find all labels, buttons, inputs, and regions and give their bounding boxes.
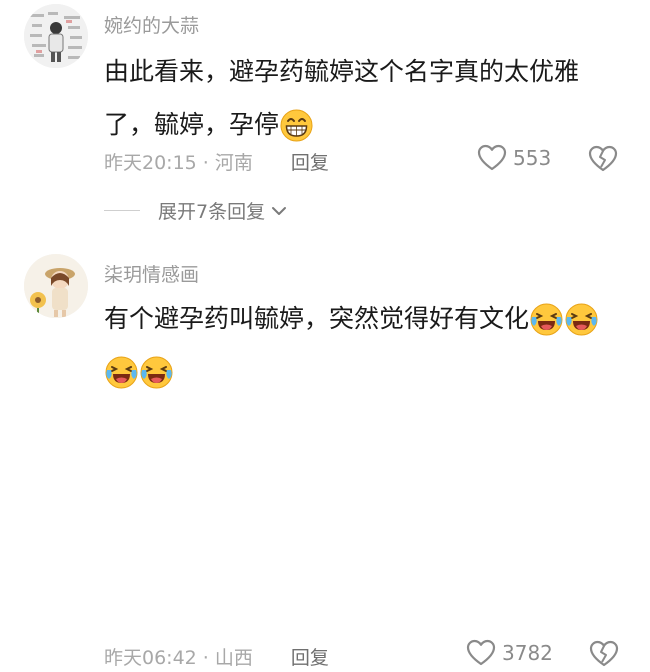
timestamp-location: 昨天20:15 · 河南 <box>104 152 253 174</box>
comment-meta: 昨天20:15 · 河南 回复 <box>104 148 329 175</box>
avatar[interactable] <box>24 4 88 68</box>
expand-replies-button[interactable]: 展开7条回复 <box>104 197 287 224</box>
reply-button[interactable]: 回复 <box>291 643 329 670</box>
laugh-cry-emoji-icon <box>565 301 598 335</box>
dislike-button[interactable] <box>589 640 619 672</box>
heart-icon <box>466 639 496 666</box>
like-button[interactable]: 553 <box>477 144 551 172</box>
comment-text-line: 有个避孕药叫毓婷，突然觉得好有文化 <box>104 292 624 345</box>
avatar[interactable] <box>24 254 88 318</box>
dislike-button[interactable] <box>588 145 618 177</box>
laugh-cry-emoji-icon <box>140 354 173 388</box>
like-button[interactable]: 3782 <box>466 639 553 667</box>
comment-text-segment: 了，毓婷，孕停 <box>104 110 280 139</box>
comment-meta: 昨天06:42 · 山西 回复 <box>104 643 329 670</box>
heart-icon <box>477 144 507 171</box>
broken-heart-icon <box>589 640 619 667</box>
comment-text-segment: 有个避孕药叫毓婷，突然觉得好有文化 <box>104 304 530 333</box>
expand-replies-label: 展开7条回复 <box>158 201 266 223</box>
comment-text: 由此看来，避孕药毓婷这个名字真的太优雅 了，毓婷，孕停 <box>104 45 624 151</box>
divider <box>104 210 140 211</box>
reply-button[interactable]: 回复 <box>291 148 329 175</box>
comment-text: 有个避孕药叫毓婷，突然觉得好有文化 <box>104 292 624 398</box>
laugh-cry-emoji-icon <box>105 354 138 388</box>
like-count: 553 <box>513 146 552 170</box>
chevron-down-icon <box>272 206 287 215</box>
laugh-cry-emoji-icon <box>530 301 563 335</box>
username[interactable]: 婉约的大蒜 <box>104 11 199 38</box>
comment-text-line <box>104 345 624 398</box>
broken-heart-icon <box>588 145 618 172</box>
username[interactable]: 柒玥情感画 <box>104 260 199 287</box>
comment-text-line: 由此看来，避孕药毓婷这个名字真的太优雅 <box>104 57 580 86</box>
like-count: 3782 <box>502 641 553 665</box>
grin-emoji-icon <box>280 107 313 141</box>
timestamp-location: 昨天06:42 · 山西 <box>104 647 253 669</box>
